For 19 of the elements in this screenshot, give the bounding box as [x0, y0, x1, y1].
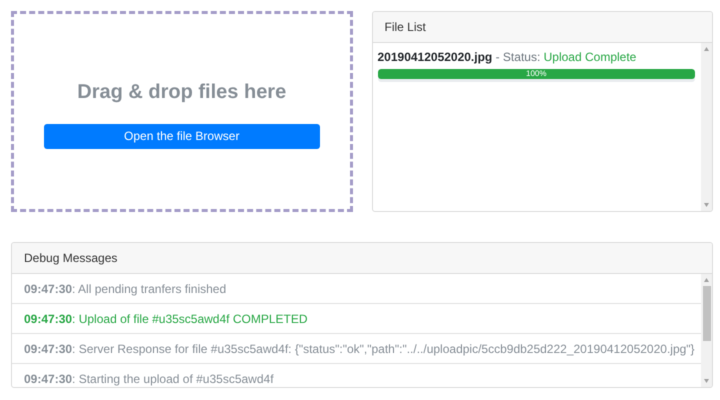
scroll-up-icon[interactable] — [704, 47, 709, 51]
debug-message: 09:47:30: Server Response for file #u35sc5awd4f: {"status":"ok","path":"../../uploadpic/5ccb9db25d222_20190412052020.jpg"} — [24, 342, 695, 356]
panel-header: File List — [372, 12, 712, 43]
dropzone-title: Drag & drop files here — [77, 80, 286, 104]
scroll-up-icon[interactable] — [704, 278, 709, 282]
upload-status: Upload Complete — [544, 50, 636, 64]
panel-header: Debug Messages — [12, 243, 712, 274]
progress-reading: 100% — [526, 69, 546, 79]
scrollbar[interactable] — [701, 274, 712, 387]
status-label: - Status: — [494, 50, 542, 64]
scrollbar[interactable] — [701, 43, 712, 211]
open-file-browser-button[interactable]: Open the file Browser — [44, 124, 320, 148]
file-name: 20190412052020.jpg — [378, 50, 492, 64]
scroll-down-icon[interactable] — [704, 203, 709, 207]
scroll-down-icon[interactable] — [704, 379, 709, 383]
dropzone[interactable]: Drag & drop files here Open the file Browser — [11, 11, 352, 212]
debug-message: 09:47:30: Starting the upload of #u35sc5awd4f — [24, 372, 274, 386]
debug-message: 09:47:30: All pending tranfers finished — [24, 282, 226, 296]
debug-message: 09:47:30: Upload of file #u35sc5awd4f COMPLETED — [24, 312, 308, 326]
